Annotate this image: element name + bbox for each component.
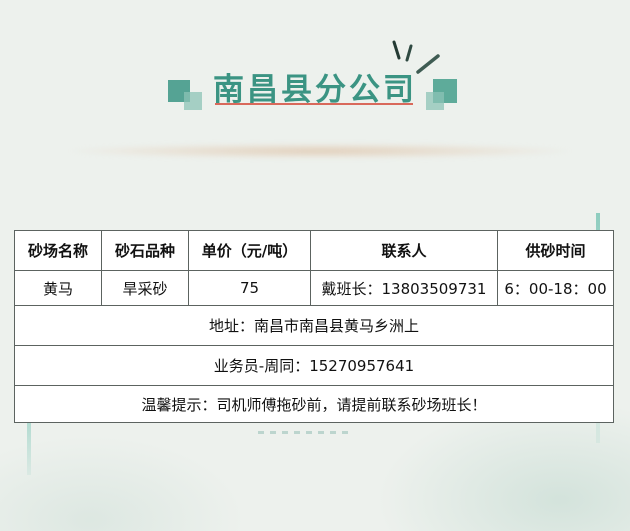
- header-cell-type: 砂石品种: [101, 230, 189, 271]
- info-table: 砂场名称 砂石品种 单价（元/吨） 联系人 供砂时间 黄马 旱采砂 75 戴班长…: [14, 230, 614, 423]
- header-cell-name: 砂场名称: [14, 230, 102, 271]
- salesperson-text: 业务员-周同：15270957641: [14, 345, 614, 386]
- table-row: 黄马 旱采砂 75 戴班长：13803509731 6：00-18：00: [14, 270, 614, 306]
- cell-name: 黄马: [14, 270, 102, 306]
- cell-contact: 戴班长：13803509731: [310, 270, 498, 306]
- decor-dots: [258, 431, 348, 434]
- address-text: 地址：南昌市南昌县黄马乡洲上: [14, 305, 614, 346]
- header-cell-time: 供砂时间: [497, 230, 614, 271]
- title-underline: [215, 103, 413, 105]
- cell-time: 6：00-18：00: [497, 270, 614, 306]
- cell-type: 旱采砂: [101, 270, 189, 306]
- notice-row: 温馨提示：司机师傅拖砂前，请提前联系砂场班长！: [14, 385, 614, 423]
- title-block: 南昌县分公司: [0, 62, 630, 122]
- salesperson-row: 业务员-周同：15270957641: [14, 345, 614, 386]
- address-row: 地址：南昌市南昌县黄马乡洲上: [14, 305, 614, 346]
- header-cell-contact: 联系人: [310, 230, 498, 271]
- header-cell-price: 单价（元/吨）: [188, 230, 311, 271]
- brush-stroke-divider: [70, 143, 570, 159]
- table-header-row: 砂场名称 砂石品种 单价（元/吨） 联系人 供砂时间: [14, 230, 614, 271]
- notice-text: 温馨提示：司机师傅拖砂前，请提前联系砂场班长！: [14, 385, 614, 423]
- cell-price: 75: [188, 270, 311, 306]
